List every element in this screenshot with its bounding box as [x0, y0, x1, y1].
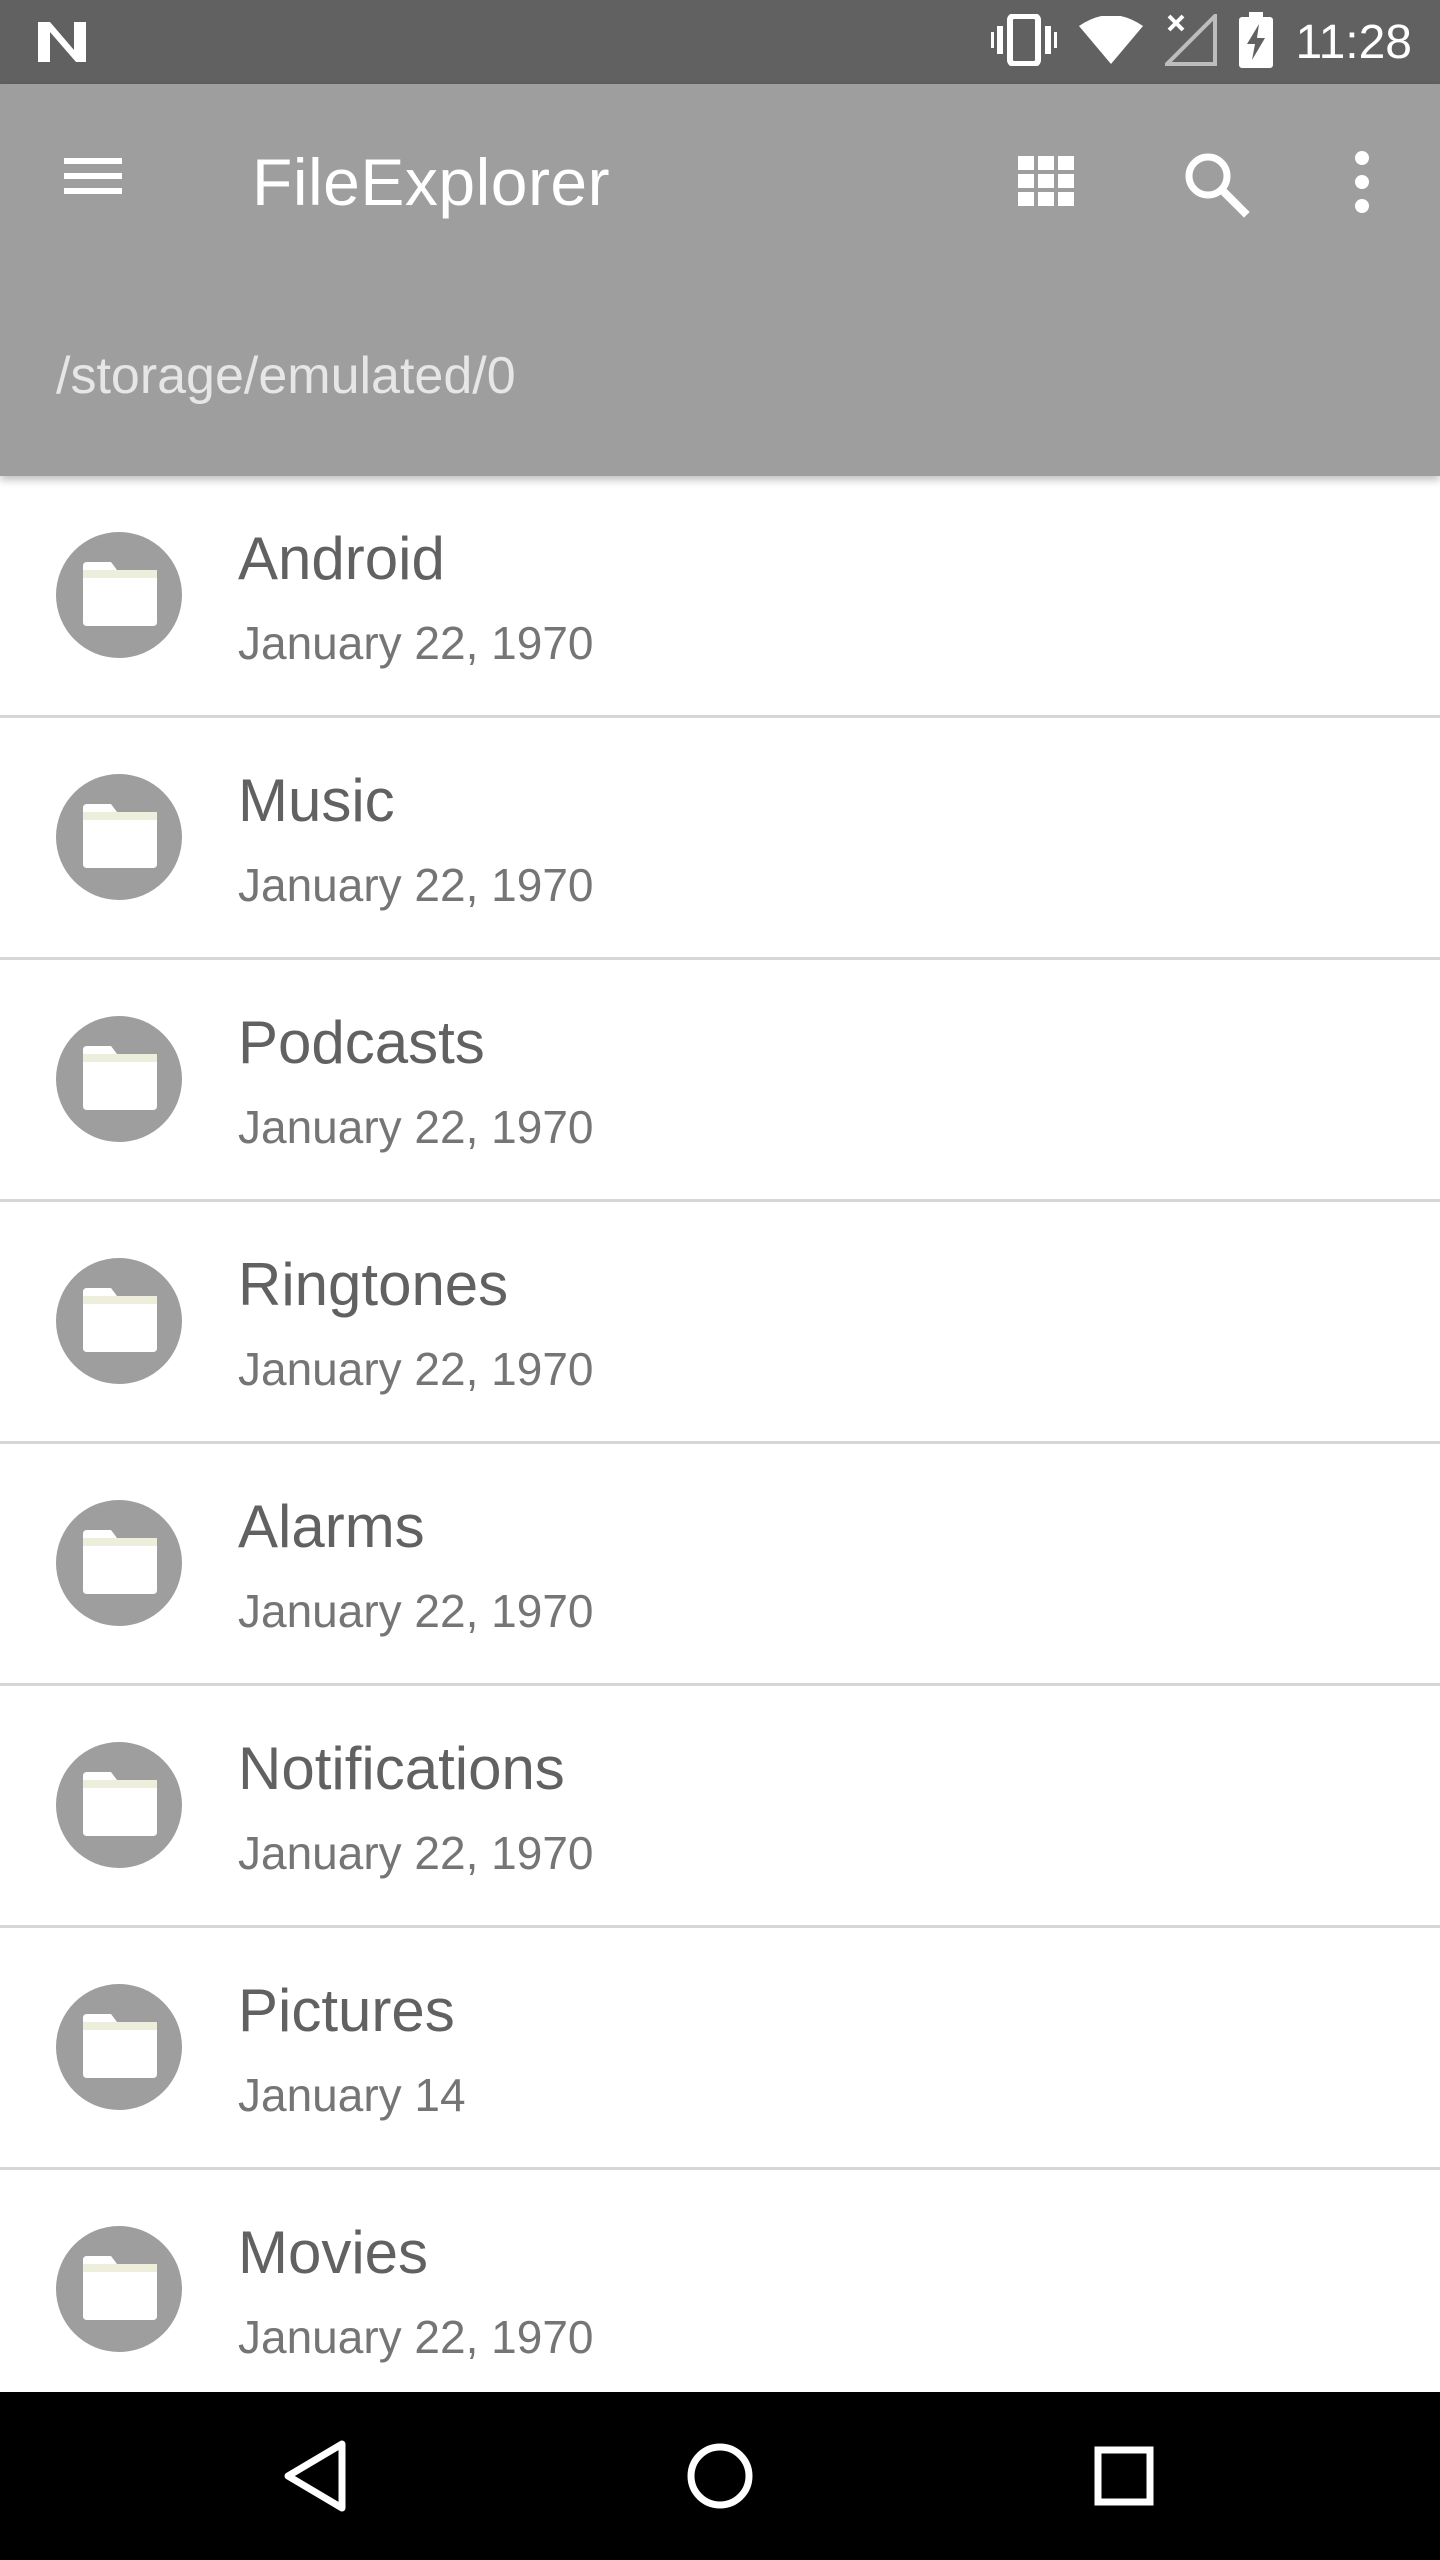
file-date: January 22, 1970 [238, 1343, 594, 1395]
navigation-bar [0, 2392, 1440, 2560]
file-list: Android January 22, 1970 Music January 2… [0, 476, 1440, 2392]
folder-avatar [56, 1500, 182, 1626]
notification-n-icon [38, 22, 86, 62]
no-signal-icon [1162, 11, 1218, 70]
list-item[interactable]: Android January 22, 1970 [0, 476, 1440, 718]
file-name: Notifications [238, 1735, 565, 1802]
folder-icon [83, 1288, 157, 1352]
file-date: January 22, 1970 [238, 859, 594, 911]
folder-icon [83, 562, 157, 626]
folder-icon [83, 1772, 157, 1836]
file-name: Podcasts [238, 1009, 485, 1076]
file-date: January 22, 1970 [238, 1101, 594, 1153]
file-name: Alarms [238, 1493, 425, 1560]
file-date: January 14 [238, 2069, 466, 2121]
clock: 11:28 [1295, 15, 1412, 69]
battery-charging-icon [1239, 12, 1274, 72]
grid-view-icon [1018, 156, 1074, 206]
grid-view-button[interactable] [1008, 144, 1088, 224]
search-icon [1185, 153, 1250, 218]
file-date: January 22, 1970 [238, 617, 594, 669]
folder-avatar [56, 1984, 182, 2110]
folder-icon [83, 804, 157, 868]
list-item[interactable]: Pictures January 14 [0, 1928, 1440, 2170]
file-date: January 22, 1970 [238, 1827, 594, 1879]
file-name: Ringtones [238, 1251, 509, 1318]
folder-icon [83, 1530, 157, 1594]
more-vert-icon [1355, 151, 1369, 213]
folder-icon [83, 2014, 157, 2078]
wifi-icon [1079, 15, 1144, 68]
file-date: January 22, 1970 [238, 2311, 594, 2363]
home-icon [687, 2443, 753, 2509]
file-name: Movies [238, 2219, 429, 2286]
current-path: /storage/emulated/0 [56, 347, 516, 405]
folder-avatar [56, 2226, 182, 2352]
folder-avatar [56, 1742, 182, 1868]
folder-avatar [56, 1258, 182, 1384]
file-date: January 22, 1970 [238, 1585, 594, 1637]
back-icon [284, 2440, 346, 2512]
menu-button[interactable] [58, 146, 138, 206]
list-item[interactable]: Alarms January 22, 1970 [0, 1444, 1440, 1686]
vibrate-icon [991, 13, 1058, 70]
folder-icon [83, 2256, 157, 2320]
app-title: FileExplorer [252, 145, 611, 219]
folder-icon [83, 1046, 157, 1110]
app-bar: FileExplorer /storage/emulated/0 [0, 84, 1440, 476]
recents-icon [1094, 2446, 1154, 2506]
back-button[interactable] [266, 2426, 366, 2526]
list-item[interactable]: Movies January 22, 1970 [0, 2170, 1440, 2392]
recents-button[interactable] [1074, 2426, 1174, 2526]
folder-avatar [56, 1016, 182, 1142]
folder-avatar [56, 532, 182, 658]
list-item[interactable]: Music January 22, 1970 [0, 718, 1440, 960]
more-options-button[interactable] [1322, 144, 1402, 224]
list-item[interactable]: Notifications January 22, 1970 [0, 1686, 1440, 1928]
file-name: Pictures [238, 1977, 455, 2044]
folder-avatar [56, 774, 182, 900]
status-bar: 11:28 [0, 0, 1440, 84]
file-name: Android [238, 525, 445, 592]
menu-icon [64, 158, 122, 194]
home-button[interactable] [670, 2426, 770, 2526]
file-name: Music [238, 767, 395, 834]
list-item[interactable]: Ringtones January 22, 1970 [0, 1202, 1440, 1444]
list-item[interactable]: Podcasts January 22, 1970 [0, 960, 1440, 1202]
search-button[interactable] [1176, 144, 1256, 224]
